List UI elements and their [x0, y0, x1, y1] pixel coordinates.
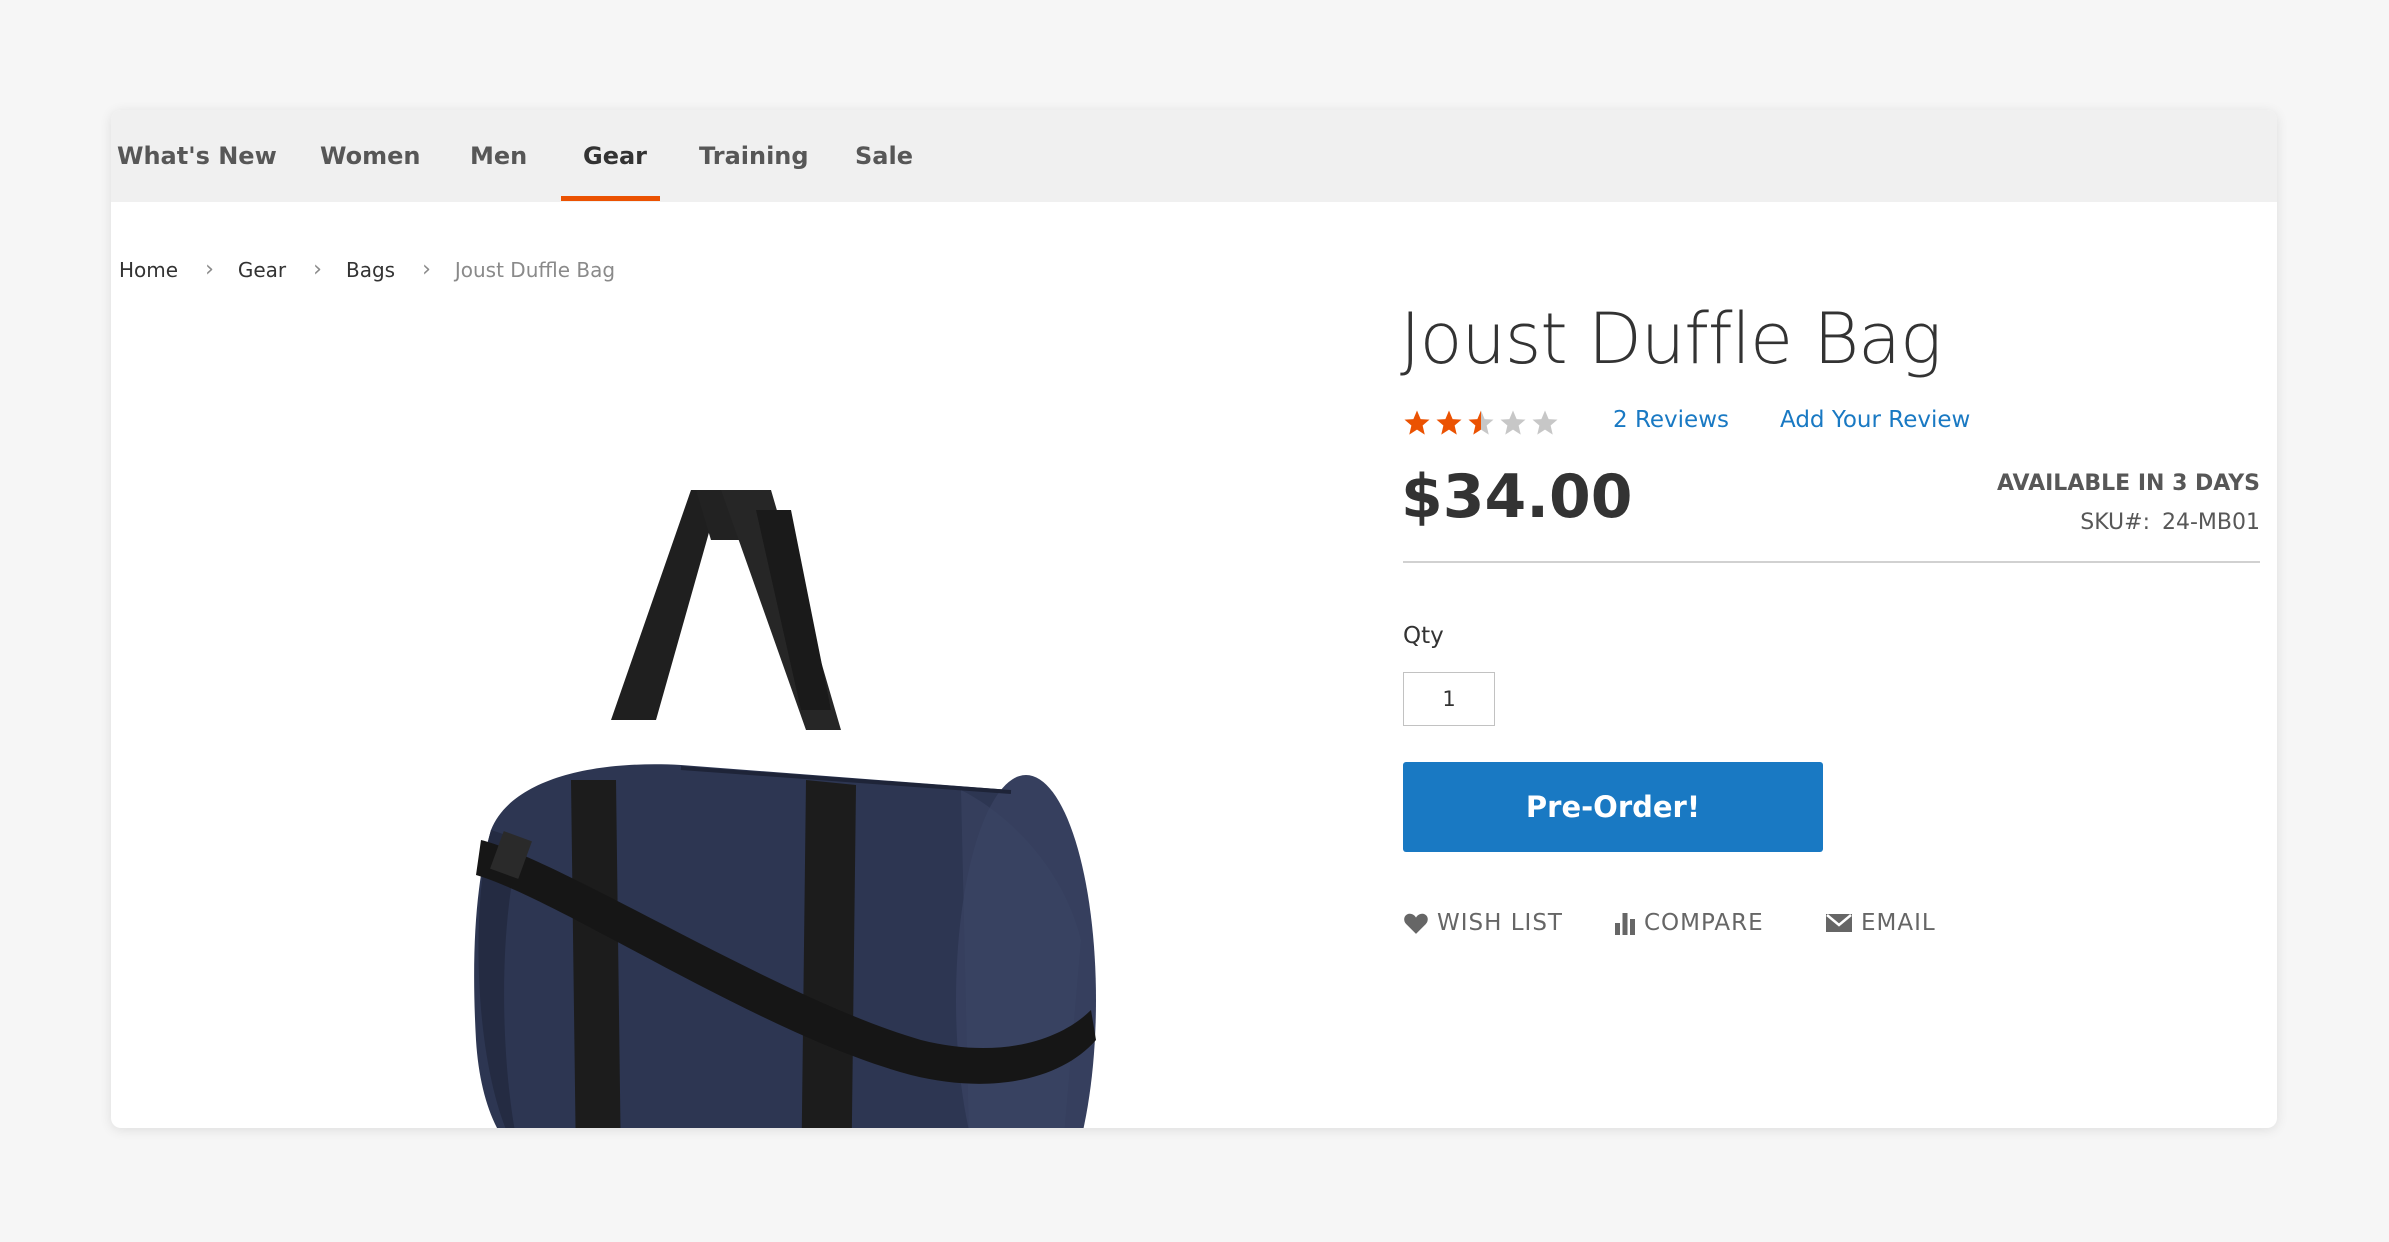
- wishlist-label: WISH LIST: [1437, 910, 1563, 936]
- star-filled-icon: [1404, 410, 1430, 435]
- breadcrumb-separator: ›: [313, 257, 322, 282]
- active-nav-indicator: [561, 196, 660, 201]
- pre-order-button[interactable]: Pre-Order!: [1403, 762, 1823, 852]
- nav-item-whats-new[interactable]: What's New: [117, 110, 277, 202]
- sku-value: 24-MB01: [2161, 510, 2260, 535]
- star-filled-icon: [1436, 410, 1462, 435]
- qty-label: Qty: [1403, 623, 1444, 649]
- email-action[interactable]: EMAIL: [1825, 903, 1936, 943]
- star-half-icon: [1468, 410, 1494, 435]
- price-divider: [1403, 561, 2260, 563]
- compare-action[interactable]: COMPARE: [1614, 903, 1764, 943]
- qty-input[interactable]: [1403, 672, 1495, 726]
- product-title: Joust Duffle Bag: [1400, 298, 1942, 380]
- nav-item-sale[interactable]: Sale: [855, 110, 913, 202]
- email-label: EMAIL: [1861, 910, 1936, 936]
- breadcrumb-current: Joust Duffle Bag: [454, 258, 616, 282]
- add-review-link[interactable]: Add Your Review: [1780, 407, 1970, 433]
- compare-label: COMPARE: [1644, 910, 1764, 936]
- duffle-bag-image[interactable]: [361, 480, 1221, 1128]
- product-price: $34.00: [1401, 462, 1633, 532]
- breadcrumb-separator: ›: [205, 257, 214, 282]
- breadcrumb: Home › Gear › Bags › Joust Duffle Bag: [119, 245, 615, 295]
- breadcrumb-home[interactable]: Home: [119, 245, 178, 295]
- sku-label: SKU#:: [2080, 510, 2150, 535]
- compare-icon: [1615, 913, 1635, 935]
- reviews-link[interactable]: 2 Reviews: [1613, 407, 1729, 433]
- star-empty-icon: [1500, 410, 1526, 435]
- availability-status: AVAILABLE IN 3 DAYS: [1997, 471, 2260, 496]
- envelope-icon: [1826, 914, 1852, 932]
- main-navigation: What's New Women Men Gear Training Sale: [111, 110, 2277, 202]
- nav-item-women[interactable]: Women: [320, 110, 420, 202]
- breadcrumb-gear[interactable]: Gear: [238, 245, 286, 295]
- product-sku: SKU#: 24-MB01: [2080, 510, 2260, 535]
- heart-icon: [1404, 913, 1428, 934]
- rating-stars: [1402, 408, 1562, 438]
- wishlist-action[interactable]: WISH LIST: [1403, 903, 1563, 943]
- product-page-card: What's New Women Men Gear Training Sale …: [111, 110, 2277, 1128]
- breadcrumb-bags[interactable]: Bags: [346, 245, 395, 295]
- nav-item-gear[interactable]: Gear: [583, 110, 647, 202]
- nav-item-men[interactable]: Men: [470, 110, 527, 202]
- breadcrumb-separator: ›: [422, 257, 431, 282]
- nav-item-training[interactable]: Training: [699, 110, 809, 202]
- star-empty-icon: [1532, 410, 1558, 435]
